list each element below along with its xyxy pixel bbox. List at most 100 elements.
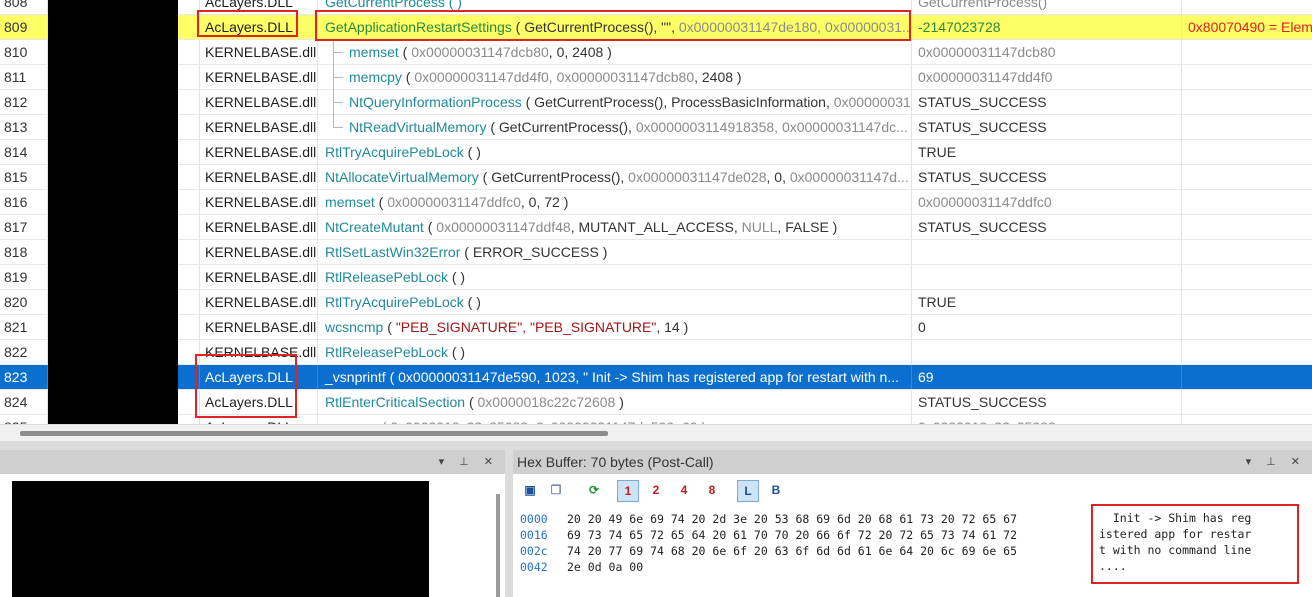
pane-splitter[interactable] xyxy=(496,494,500,597)
api-function-name: RtlEnterCriticalSection xyxy=(325,394,466,410)
pane-pin-close-icons[interactable]: ▾ ⊥ ✕ xyxy=(439,450,499,474)
module-cell: KERNELBASE.dll xyxy=(200,240,318,264)
hex-line: 0016 69 73 74 65 72 65 64 20 61 70 70 20 … xyxy=(520,527,1017,543)
hex-line: 002c 74 20 77 69 74 68 20 6e 6f 20 63 6f … xyxy=(520,543,1017,559)
hex-dump: 0000 20 20 49 6e 69 74 20 2d 3e 20 53 68 … xyxy=(520,511,1017,575)
api-function-name: RtlTryAcquirePebLock xyxy=(325,144,464,160)
hex-buffer-pane[interactable]: ▣ ❐ ⟳ 1 2 4 8 L B 0000 20 20 49 6e 69 74 … xyxy=(513,474,1312,597)
byte-8-button[interactable]: 8 xyxy=(701,480,723,502)
table-row[interactable]: 811 KERNELBASE.dll memcpy ( 0x00000031147d… xyxy=(0,65,1312,90)
return-value-cell: 0 xyxy=(912,315,1182,339)
refresh-icon[interactable]: ⟳ xyxy=(583,480,605,502)
module-cell: KERNELBASE.dll xyxy=(200,115,318,139)
hex-bytes: 69 73 74 65 72 65 64 20 61 70 70 20 66 6… xyxy=(567,528,1018,542)
error-cell xyxy=(1182,290,1312,314)
scrollbar-thumb[interactable] xyxy=(20,431,608,436)
api-argument: ( ) xyxy=(447,269,466,285)
api-cell: _vsnprintf ( 0x00000031147de590, 1023, "… xyxy=(318,365,912,389)
hex-offset: 002c xyxy=(520,544,548,558)
table-row[interactable]: 822 KERNELBASE.dll RtlReleasePebLock ( ) xyxy=(0,340,1312,365)
byte-4-button[interactable]: 4 xyxy=(673,480,695,502)
table-row[interactable]: 821 KERNELBASE.dll wcsncmp ( "PEB_SIGNATUR… xyxy=(0,315,1312,340)
table-row[interactable]: 810 KERNELBASE.dll memset ( 0x00000031147d… xyxy=(0,40,1312,65)
api-cell: RtlSetLastWin32Error ( ERROR_SUCCESS ) xyxy=(318,240,912,264)
api-argument: , MUTANT_ALL_ACCESS, xyxy=(570,219,742,235)
table-row[interactable]: 808 AcLayers.DLL GetCurrentProcess ( ) GetC… xyxy=(0,0,1312,15)
table-row[interactable]: 815 KERNELBASE.dll NtAllocateVirtualMemory… xyxy=(0,165,1312,190)
hex-bytes: 74 20 77 69 74 68 20 6e 6f 20 63 6f 6d 6… xyxy=(567,544,1018,558)
api-argument: ( GetCurrentProcess(), ProcessBasicInfor… xyxy=(521,94,834,110)
error-cell xyxy=(1182,265,1312,289)
row-number: 815 xyxy=(0,165,48,189)
table-row[interactable]: 813 KERNELBASE.dll NtReadVirtualMemory ( G… xyxy=(0,115,1312,140)
api-argument: , 0, 72 ) xyxy=(520,194,569,210)
row-number: 810 xyxy=(0,40,48,64)
api-function-name: RtlTryAcquirePebLock xyxy=(325,294,464,310)
error-cell xyxy=(1182,415,1312,424)
api-argument: ( GetCurrentProcess(), xyxy=(478,169,629,185)
row-number: 808 xyxy=(0,0,48,14)
return-value-cell xyxy=(912,265,1182,289)
pane-pin-close-icons[interactable]: ▾ ⊥ ✕ xyxy=(1246,450,1306,474)
error-cell xyxy=(1182,215,1312,239)
table-row[interactable]: 817 KERNELBASE.dll NtCreateMutant ( 0x0000… xyxy=(0,215,1312,240)
row-number: 811 xyxy=(0,65,48,89)
api-function-name: memset xyxy=(349,44,399,60)
save-icon[interactable]: ▣ xyxy=(519,480,541,502)
api-cell: memset ( 0x00000031147dcb80, 0, 2408 ) xyxy=(318,40,912,64)
api-argument: ( GetCurrentProcess(), "", xyxy=(511,19,679,35)
api-argument: ( GetCurrentProcess(), xyxy=(486,119,636,135)
api-cell: GetCurrentProcess ( ) xyxy=(318,0,912,14)
table-row[interactable]: 825 AcLayers.DLLmemcpy ( 0x0000018c22c250… xyxy=(0,415,1312,424)
big-endian-button[interactable]: B xyxy=(765,480,787,502)
error-cell xyxy=(1182,340,1312,364)
api-cell: GetApplicationRestartSettings ( GetCurre… xyxy=(318,15,912,39)
horizontal-scrollbar[interactable] xyxy=(0,424,1312,442)
row-number: 812 xyxy=(0,90,48,114)
table-row[interactable]: 824 AcLayers.DLL RtlEnterCriticalSection (… xyxy=(0,390,1312,415)
table-row[interactable]: 816 KERNELBASE.dll memset ( 0x00000031147d… xyxy=(0,190,1312,215)
little-endian-button[interactable]: L xyxy=(737,480,759,502)
table-row[interactable]: 812 KERNELBASE.dll NtQueryInformationProce… xyxy=(0,90,1312,115)
api-argument: 0x00000031147dd4f0, 0x00000031147dcb80 xyxy=(414,69,695,85)
api-call-table[interactable]: 808 AcLayers.DLL GetCurrentProcess ( ) GetC… xyxy=(0,0,1312,424)
table-row[interactable]: 820 KERNELBASE.dll RtlTryAcquirePebLock ( … xyxy=(0,290,1312,315)
tree-connector xyxy=(333,40,334,127)
return-value-cell: 0x00000031147dcb80 xyxy=(912,40,1182,64)
api-argument: 0x00000031... xyxy=(833,94,911,110)
return-value-cell: GetCurrentProcess() xyxy=(912,0,1182,14)
error-cell xyxy=(1182,40,1312,64)
byte-1-button[interactable]: 1 xyxy=(617,480,639,502)
module-cell: KERNELBASE.dll xyxy=(200,315,318,339)
api-argument: , 0, xyxy=(766,169,790,185)
tree-connector xyxy=(333,127,343,128)
row-number: 824 xyxy=(0,390,48,414)
table-row[interactable]: 818 KERNELBASE.dll RtlSetLastWin32Error ( … xyxy=(0,240,1312,265)
module-cell: AcLayers.DLL xyxy=(200,15,318,39)
api-argument: ( xyxy=(383,319,396,335)
return-value-cell xyxy=(912,240,1182,264)
return-value-cell: 0x0000018c22c25083 xyxy=(912,415,1182,424)
api-argument: 0x00000031147d... xyxy=(789,169,909,185)
table-row[interactable]: 819 KERNELBASE.dll RtlReleasePebLock ( ) xyxy=(0,265,1312,290)
row-number: 822 xyxy=(0,340,48,364)
api-argument: ) xyxy=(615,394,624,410)
api-argument: ( ) xyxy=(463,294,481,310)
return-value-cell: 69 xyxy=(912,365,1182,389)
table-row[interactable]: 809 AcLayers.DLL GetApplicationRestartSett… xyxy=(0,15,1312,40)
table-row[interactable]: 823 AcLayers.DLL _vsnprintf ( 0x0000003114… xyxy=(0,365,1312,390)
copy-icon[interactable]: ❐ xyxy=(545,480,567,502)
tree-connector xyxy=(333,52,343,53)
error-cell xyxy=(1182,315,1312,339)
byte-2-button[interactable]: 2 xyxy=(645,480,667,502)
api-function-name: RtlReleasePebLock xyxy=(325,269,448,285)
hex-pane-header: Hex Buffer: 70 bytes (Post-Call) ▾ ⊥ ✕ xyxy=(513,450,1312,474)
left-pane[interactable] xyxy=(0,474,505,597)
api-argument: 0x00000031147ddfc0 xyxy=(387,194,521,210)
api-function-name: RtlSetLastWin32Error xyxy=(325,244,461,260)
api-function-name: GetApplicationRestartSettings xyxy=(325,19,512,35)
api-function-name: memcpy xyxy=(349,69,402,85)
table-row[interactable]: 814 KERNELBASE.dll RtlTryAcquirePebLock ( … xyxy=(0,140,1312,165)
module-cell: KERNELBASE.dll xyxy=(200,90,318,114)
api-cell: RtlReleasePebLock ( ) xyxy=(318,265,912,289)
